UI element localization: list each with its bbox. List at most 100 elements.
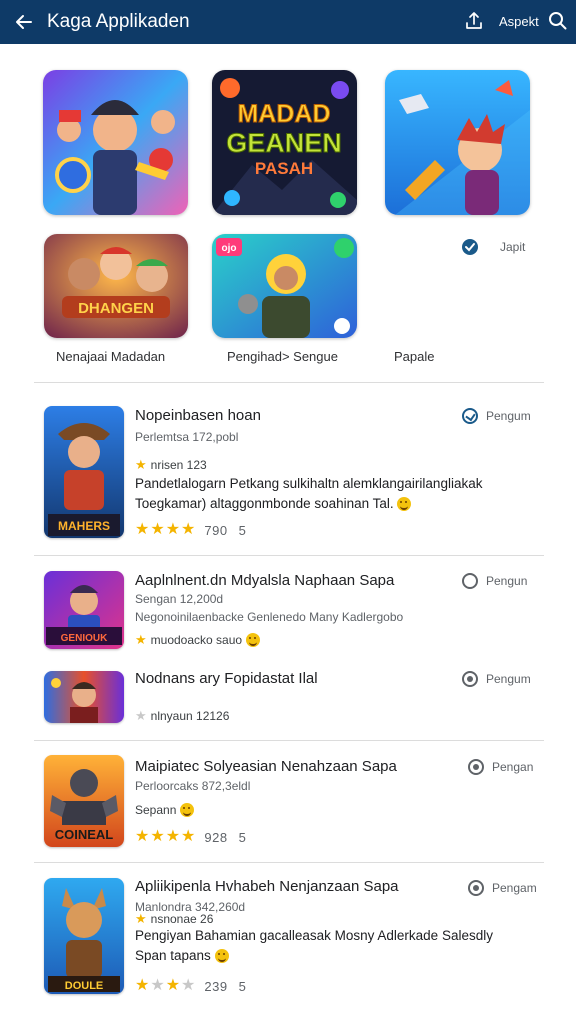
featured-tile-3[interactable]: [385, 70, 530, 215]
rocket-hero-art: [385, 70, 530, 215]
app-meta-line: Negonoinilaenbacke Genlenedo Many Kadler…: [135, 610, 404, 624]
svg-text:COINEAL: COINEAL: [55, 827, 114, 842]
circle-icon: [468, 759, 484, 775]
circle-icon: [462, 573, 478, 589]
app-meta-text: muodoacko sauo: [150, 633, 243, 647]
star-icon: ★: [135, 632, 147, 647]
rating-extra: 5: [238, 829, 246, 845]
app-meta: Sepann: [135, 802, 195, 818]
app-subtitle: Perlemtsa 172,pobl: [135, 430, 239, 444]
app-title[interactable]: Maipiatec Solyeasian Nenahzaan Sapa: [135, 757, 397, 777]
featured-tile-4[interactable]: DHANGEN: [44, 234, 188, 338]
divider: [34, 555, 544, 556]
adventurers-art: DHANGEN: [44, 234, 188, 338]
featured-tile-2[interactable]: MADAD GEANEN PASAH: [212, 70, 357, 215]
svg-text:DHANGEN: DHANGEN: [78, 300, 154, 317]
circle-icon: [468, 880, 484, 896]
rating-value: 239: [204, 978, 228, 994]
star-icon: ★: [150, 828, 165, 845]
star-icon: ★: [181, 828, 196, 845]
svg-text:MAHERS: MAHERS: [58, 519, 110, 533]
app-meta-text: nrisen 123: [150, 458, 207, 472]
star-icon: ★: [135, 911, 147, 926]
svg-text:GENIOUK: GENIOUK: [61, 633, 108, 644]
app-meta-text: nsnonae 26: [150, 912, 214, 926]
app-meta: ★ nlnyaun 12126: [135, 708, 229, 724]
rating-extra: 5: [238, 522, 246, 538]
side-label: Japit: [500, 240, 526, 254]
heroes-group-art: [43, 70, 188, 215]
install-button[interactable]: Pengam: [468, 880, 537, 896]
verified-icon: [460, 237, 480, 257]
divider: [34, 740, 544, 741]
smiley-icon: [246, 633, 261, 647]
app-icon-art: [44, 671, 124, 723]
star-icon: ★: [165, 521, 181, 538]
star-icon: ★: [135, 977, 150, 994]
svg-text:PASAH: PASAH: [255, 159, 313, 178]
rating-value: 790: [204, 522, 228, 538]
app-icon[interactable]: DOULE: [44, 878, 124, 994]
app-icon[interactable]: [44, 671, 124, 723]
grid-label-3: Papale: [394, 349, 435, 364]
app-meta: ★ nsnonae 26: [135, 911, 213, 927]
app-icon-art: DOULE: [44, 878, 124, 994]
install-button[interactable]: Pengum: [462, 671, 531, 687]
install-button[interactable]: Pengun: [462, 573, 527, 589]
svg-text:ojo: ojo: [222, 243, 237, 254]
smiley-icon: [214, 949, 229, 964]
star-icon: ★: [135, 708, 147, 723]
star-icon: ★: [135, 521, 150, 538]
rating: ★ ★ ★ ★ 790 5: [135, 522, 246, 538]
svg-text:GEANEN: GEANEN: [226, 128, 342, 158]
install-button[interactable]: Pengum: [462, 408, 531, 424]
share-icon[interactable]: [463, 10, 485, 32]
app-subtitle: Perloorcaks 872,3eldl: [135, 779, 251, 793]
svg-text:DOULE: DOULE: [65, 980, 104, 992]
app-icon-art: MAHERS: [44, 406, 124, 538]
app-subtitle: Sengan 12,200d: [135, 591, 223, 607]
rating-value: 928: [204, 829, 228, 845]
smiley-icon: [397, 497, 412, 512]
app-icon[interactable]: COINEAL: [44, 755, 124, 847]
divider: [34, 382, 544, 383]
rating: ★ ★ ★ ★ 928 5: [135, 829, 246, 845]
install-label: Pengan: [492, 760, 534, 774]
featured-tile-1[interactable]: [43, 70, 188, 215]
app-icon[interactable]: MAHERS: [44, 406, 124, 538]
circle-icon: [462, 671, 478, 687]
star-icon: ★: [150, 521, 165, 538]
grid-label-2: Pengihad> Sengue: [227, 349, 338, 364]
app-icon[interactable]: GENIOUK: [44, 571, 124, 649]
search-icon[interactable]: [547, 10, 569, 32]
app-description-text: Pengiyan Bahamian gacalleasak Mosny Adle…: [135, 928, 493, 963]
install-label: Pengun: [486, 574, 528, 588]
title-card-art: MADAD GEANEN PASAH: [212, 70, 357, 215]
star-icon: ★: [135, 828, 150, 845]
featured-tile-5[interactable]: ojo: [212, 234, 357, 338]
star-icon: ★: [165, 977, 181, 994]
rating-extra: 5: [238, 978, 246, 994]
star-icon: ★: [165, 828, 181, 845]
app-meta: ★ muodoacko sauo: [135, 632, 261, 648]
smiley-icon: [180, 803, 195, 817]
app-title[interactable]: Aaplnlnent.dn Mdyalsla Naphaan Sapa: [135, 571, 394, 591]
app-meta-text: Sepann: [135, 803, 177, 817]
star-icon: ★: [181, 521, 196, 538]
aspect-button[interactable]: Aspekt: [499, 13, 539, 31]
check-circle-icon: [462, 408, 478, 424]
app-title[interactable]: Apliikipenla Hvhabeh Nenjanzaan Sapa: [135, 877, 399, 897]
app-bar: Kaga Applikaden Aspekt: [0, 0, 576, 44]
app-title[interactable]: Nopeinbasen hoan: [135, 406, 261, 426]
app-icon-art: COINEAL: [44, 755, 124, 847]
star-icon: ★: [135, 457, 147, 472]
install-button[interactable]: Pengan: [468, 759, 533, 775]
app-title: Kaga Applikaden: [47, 11, 190, 32]
svg-text:MADAD: MADAD: [237, 100, 330, 128]
install-label: Pengam: [492, 881, 537, 895]
app-meta: ★ nrisen 123: [135, 457, 207, 473]
app-subtitle-text: Sengan 12,200d: [135, 592, 224, 606]
rating: ★ ★ ★ ★ 239 5: [135, 978, 246, 994]
back-arrow-icon[interactable]: [10, 8, 38, 36]
app-title[interactable]: Nodnans ary Fopidastat Ilal: [135, 669, 318, 689]
